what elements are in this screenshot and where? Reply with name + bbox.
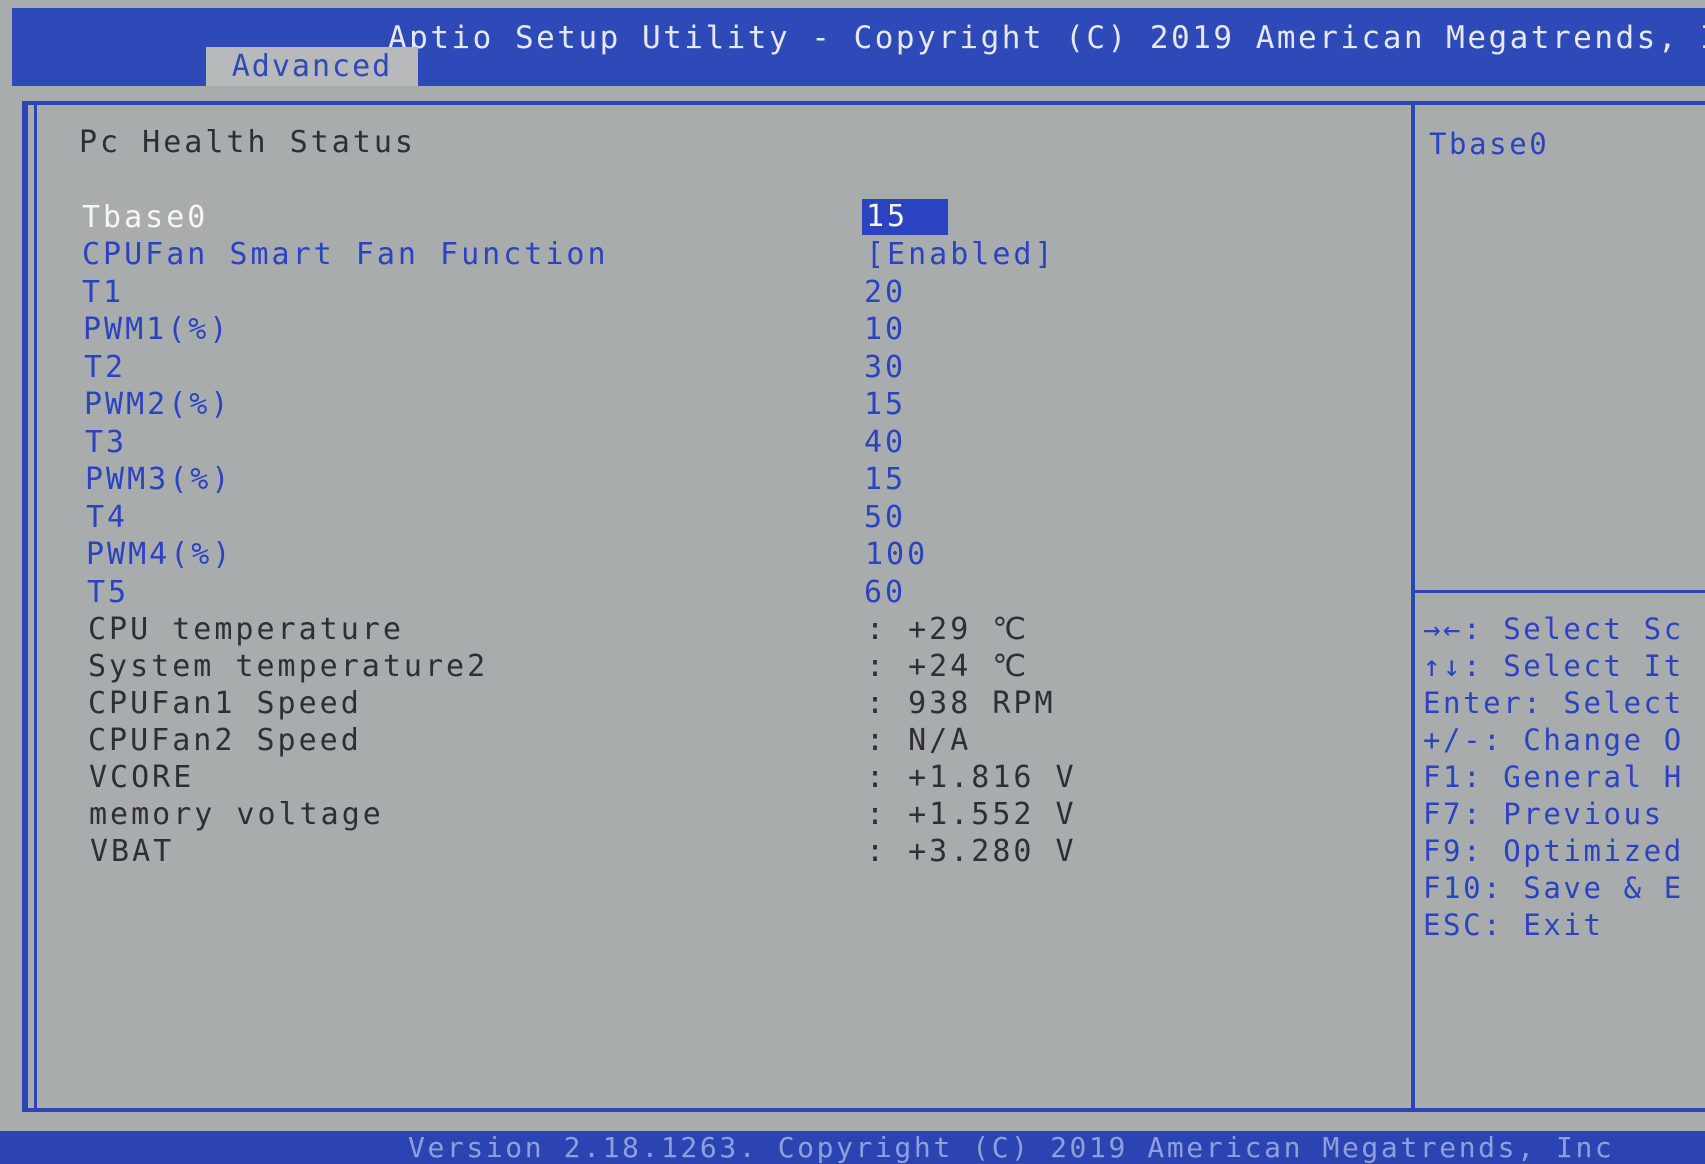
frame-left-inner bbox=[34, 105, 37, 1112]
setting-label-t1[interactable]: T1 bbox=[82, 275, 124, 310]
frame-bottom bbox=[22, 1108, 1705, 1112]
key-help-f7: F7: Previous bbox=[1423, 797, 1664, 831]
tab-advanced[interactable]: Advanced bbox=[206, 47, 418, 86]
frame-left bbox=[22, 101, 28, 1112]
key-help-esc: ESC: Exit bbox=[1423, 908, 1604, 942]
setting-label-t3[interactable]: T3 bbox=[85, 425, 127, 460]
reading-value-system-temperature2: : +24 ℃ bbox=[866, 649, 1030, 684]
setting-value-pwm1[interactable]: 10 bbox=[864, 312, 906, 347]
setting-label-pwm3[interactable]: PWM3(%) bbox=[85, 462, 232, 497]
setting-value-pwm2[interactable]: 15 bbox=[864, 387, 906, 422]
help-divider bbox=[1415, 590, 1705, 593]
reading-value-cpu-temperature: : +29 ℃ bbox=[866, 612, 1030, 647]
reading-label-system-temperature2: System temperature2 bbox=[88, 649, 489, 684]
setting-label-pwm2[interactable]: PWM2(%) bbox=[84, 387, 231, 422]
setting-label-t4[interactable]: T4 bbox=[86, 500, 128, 535]
setting-label-pwm1[interactable]: PWM1(%) bbox=[83, 312, 230, 347]
setting-label-pwm4[interactable]: PWM4(%) bbox=[86, 537, 233, 572]
reading-value-cpufan1-speed: : 938 RPM bbox=[866, 686, 1056, 721]
page-title: Pc Health Status bbox=[79, 125, 416, 160]
setting-value-t1[interactable]: 20 bbox=[864, 275, 906, 310]
reading-value-vbat: : +3.280 V bbox=[866, 834, 1077, 869]
reading-label-cpu-temperature: CPU temperature bbox=[88, 612, 404, 647]
reading-label-cpufan1-speed: CPUFan1 Speed bbox=[88, 686, 362, 721]
key-help-select-item: ↑↓: Select It bbox=[1423, 649, 1684, 683]
reading-value-vcore: : +1.816 V bbox=[866, 760, 1077, 795]
key-help-change: +/-: Change O bbox=[1423, 723, 1684, 757]
setting-value-cpufan-smart-fan[interactable]: [Enabled] bbox=[866, 237, 1056, 272]
setting-label-cpufan-smart-fan[interactable]: CPUFan Smart Fan Function bbox=[82, 237, 609, 272]
app-title: Aptio Setup Utility - Copyright (C) 2019… bbox=[388, 20, 1705, 56]
footer-bar: Version 2.18.1263. Copyright (C) 2019 Am… bbox=[0, 1131, 1705, 1164]
reading-value-memory-voltage: : +1.552 V bbox=[866, 797, 1077, 832]
bios-screen: Aptio Setup Utility - Copyright (C) 2019… bbox=[0, 0, 1705, 1164]
frame-top bbox=[22, 101, 1705, 105]
setting-label-tbase0[interactable]: Tbase0 bbox=[82, 200, 208, 235]
key-help-select-screen: →←: Select Sc bbox=[1423, 612, 1684, 646]
setting-value-t2[interactable]: 30 bbox=[864, 350, 906, 385]
setting-value-pwm4[interactable]: 100 bbox=[865, 537, 928, 572]
reading-label-vbat: VBAT bbox=[90, 834, 175, 869]
panel-divider bbox=[1411, 105, 1415, 1108]
key-help-f10: F10: Save & E bbox=[1423, 871, 1684, 905]
setting-value-t4[interactable]: 50 bbox=[864, 500, 906, 535]
setting-value-t3[interactable]: 40 bbox=[864, 425, 906, 460]
setting-value-pwm3[interactable]: 15 bbox=[864, 462, 906, 497]
key-help-f1: F1: General H bbox=[1423, 760, 1684, 794]
setting-label-t2[interactable]: T2 bbox=[84, 350, 126, 385]
version-text: Version 2.18.1263. Copyright (C) 2019 Am… bbox=[408, 1131, 1615, 1164]
help-title: Tbase0 bbox=[1429, 127, 1550, 161]
reading-value-cpufan2-speed: : N/A bbox=[866, 723, 972, 758]
key-help-f9: F9: Optimized bbox=[1423, 834, 1684, 868]
reading-label-memory-voltage: memory voltage bbox=[89, 797, 384, 832]
setting-value-t5[interactable]: 60 bbox=[864, 575, 906, 610]
key-help-enter: Enter: Select bbox=[1423, 686, 1684, 720]
reading-label-vcore: VCORE bbox=[89, 760, 195, 795]
reading-label-cpufan2-speed: CPUFan2 Speed bbox=[88, 723, 362, 758]
setting-value-tbase0[interactable]: 15 bbox=[862, 199, 948, 235]
setting-label-t5[interactable]: T5 bbox=[87, 575, 129, 610]
